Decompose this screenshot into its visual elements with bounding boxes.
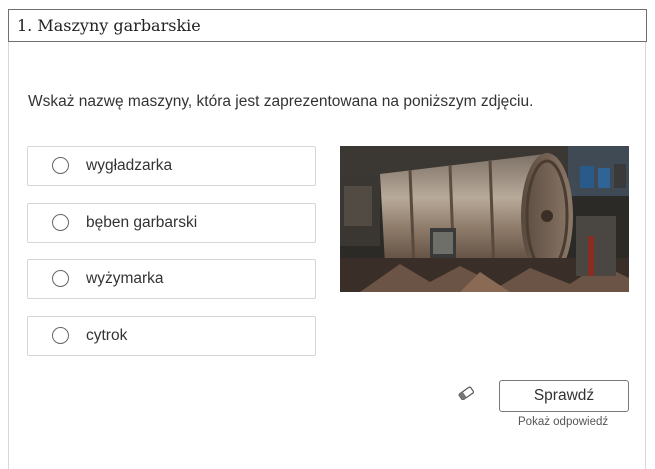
option-label: wyżymarka [86, 270, 164, 287]
check-button[interactable]: Sprawdź [499, 380, 629, 412]
exercise-title: 1. Maszyny garbarskie [8, 9, 647, 42]
radio-button[interactable] [52, 327, 69, 344]
option-label: bęben garbarski [86, 214, 198, 231]
option-beben-garbarski[interactable]: bęben garbarski [27, 203, 316, 243]
option-label: wygładzarka [86, 157, 173, 174]
option-wyzymarka[interactable]: wyżymarka [27, 259, 316, 299]
option-label: cytrok [86, 327, 128, 344]
option-wygladzarka[interactable]: wygładzarka [27, 146, 316, 186]
radio-button[interactable] [52, 270, 69, 287]
radio-button[interactable] [52, 157, 69, 174]
show-answer-link[interactable]: Pokaż odpowiedź [518, 416, 608, 428]
option-cytrok[interactable]: cytrok [27, 316, 316, 356]
tannery-drum-photo [340, 146, 629, 292]
question-text: Wskaż nazwę maszyny, która jest zaprezen… [28, 93, 534, 110]
eraser-icon[interactable] [457, 386, 475, 401]
radio-button[interactable] [52, 214, 69, 231]
